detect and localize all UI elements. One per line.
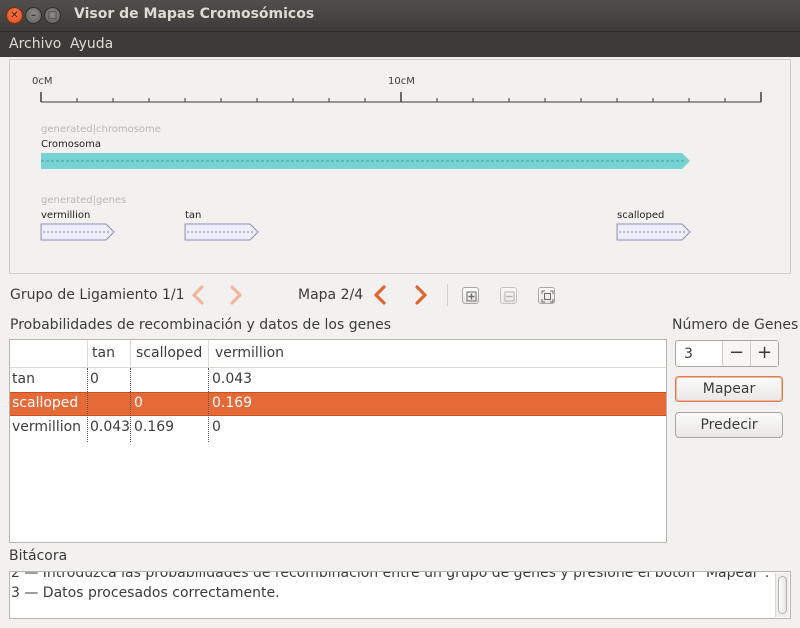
cell-tan[interactable]: 0.043 [90, 419, 130, 435]
decrement-button[interactable]: − [722, 341, 750, 366]
ruler-start-label: 0cM [32, 76, 53, 87]
gene-count-label: Número de Genes [672, 317, 799, 333]
minimize-icon: – [31, 10, 36, 21]
next-map-button[interactable] [411, 283, 431, 307]
cell-vermillion[interactable]: 0.043 [212, 371, 252, 387]
log-textarea[interactable]: 2 — Introduzca las probabilidades de rec… [9, 571, 791, 619]
cell-vermillion[interactable]: 0.169 [212, 395, 252, 411]
linkage-group-label: Grupo de Ligamiento 1/1 [10, 287, 185, 303]
minus-icon: − [728, 342, 745, 363]
menu-archivo[interactable]: Archivo [9, 36, 61, 52]
chevron-right-icon [415, 285, 427, 305]
cell-scalloped[interactable]: 0 [134, 395, 143, 411]
map-button[interactable]: Mapear [675, 376, 783, 402]
chromosome-map-panel[interactable]: 0cM 10cM generated|chromosome Cromosoma … [9, 59, 791, 274]
zoom-out-button[interactable] [500, 287, 517, 304]
minimize-window-button[interactable]: – [25, 7, 42, 24]
cell-scalloped[interactable]: 0.169 [134, 419, 174, 435]
maximize-window-button[interactable]: □ [44, 7, 61, 24]
column-header-tan[interactable]: tan [92, 345, 115, 361]
title-bar: ✕ – □ Visor de Mapas Cromosómicos [0, 0, 800, 31]
row-gene-name: scalloped [12, 395, 79, 411]
ruler-ticks [40, 92, 762, 102]
map-index-label: Mapa 2/4 [298, 287, 364, 303]
table-header: tan scalloped vermillion [10, 340, 666, 368]
zoom-fit-icon [541, 290, 554, 303]
maximize-icon: □ [47, 10, 58, 21]
menu-bar: Archivo Ayuda [0, 31, 800, 57]
cell-vermillion[interactable]: 0 [212, 419, 221, 435]
prev-map-button[interactable] [370, 283, 390, 307]
increment-button[interactable]: + [750, 341, 778, 366]
prev-linkage-group-button[interactable] [188, 283, 208, 307]
zoom-in-icon [466, 291, 477, 302]
row-gene-name: tan [12, 371, 35, 387]
window-title: Visor de Mapas Cromosómicos [74, 6, 315, 22]
chevron-left-icon [374, 285, 386, 305]
gene-count-value[interactable]: 3 [684, 346, 693, 362]
predict-button[interactable]: Predecir [675, 412, 783, 438]
genes-track-source: generated|genes [41, 195, 126, 206]
log-line: 3 — Datos procesados correctamente. [11, 585, 280, 601]
chromosome-name: Cromosoma [41, 139, 101, 150]
cell-tan[interactable]: 0 [90, 371, 99, 387]
table-row-selected[interactable]: scalloped 0 0.169 [10, 392, 666, 416]
zoom-out-icon [504, 291, 515, 302]
gene-count-stepper[interactable]: 3 − + [675, 340, 779, 367]
next-linkage-group-button[interactable] [226, 283, 246, 307]
zoom-in-button[interactable] [462, 287, 479, 304]
ruler-mid-label: 10cM [388, 76, 415, 87]
gene-label-vermillion: vermillion [41, 210, 90, 221]
close-window-button[interactable]: ✕ [6, 7, 23, 24]
table-caption: Probabilidades de recombinación y datos … [10, 317, 391, 333]
log-scrollbar[interactable] [775, 573, 789, 617]
chevron-left-icon [192, 285, 204, 305]
table-row[interactable]: vermillion 0.043 0.169 0 [10, 417, 666, 441]
table-row[interactable]: tan 0 0.043 [10, 369, 666, 393]
column-header-scalloped[interactable]: scalloped [136, 345, 202, 361]
gene-label-tan: tan [185, 210, 201, 221]
log-label: Bitácora [9, 548, 68, 564]
chromosome-track-source: generated|chromosome [41, 124, 161, 135]
close-icon: ✕ [10, 10, 19, 21]
map-canvas: 0cM 10cM generated|chromosome Cromosoma … [32, 76, 762, 241]
toolbar-separator [447, 284, 448, 306]
chevron-right-icon [230, 285, 242, 305]
row-gene-name: vermillion [12, 419, 82, 435]
plus-icon: + [756, 342, 773, 363]
log-line: 2 — Introduzca las probabilidades de rec… [11, 571, 770, 581]
scrollbar-thumb[interactable] [778, 576, 787, 614]
zoom-fit-button[interactable] [538, 287, 555, 304]
gene-label-scalloped: scalloped [617, 210, 664, 221]
recombination-table[interactable]: tan scalloped vermillion tan 0 0.043 sca… [9, 339, 667, 543]
column-header-vermillion[interactable]: vermillion [215, 345, 284, 361]
menu-ayuda[interactable]: Ayuda [70, 36, 113, 52]
